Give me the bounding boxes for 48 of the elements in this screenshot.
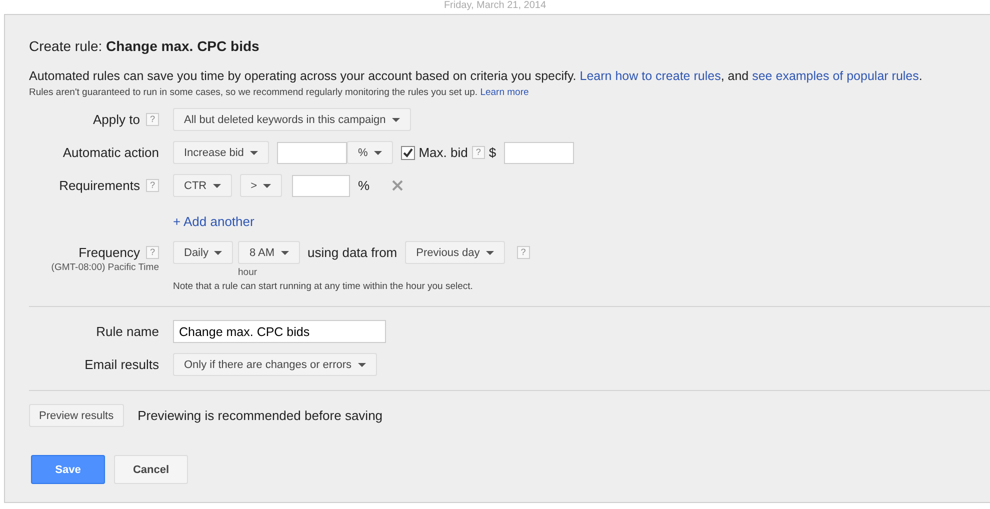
checkbox-label: Max. bid xyxy=(418,145,468,160)
unit-label: % xyxy=(358,178,370,193)
cancel-button[interactable]: Cancel xyxy=(114,455,188,484)
max-bid-field[interactable] xyxy=(504,142,574,164)
caret-icon xyxy=(250,150,258,154)
add-another-link[interactable]: + Add another xyxy=(173,214,254,229)
caret-icon xyxy=(263,184,272,188)
learn-more-link[interactable]: Learn more xyxy=(480,87,529,98)
help-link[interactable]: Learn how to create rules xyxy=(580,69,721,83)
hour-dropdown[interactable]: 8 AM xyxy=(238,241,300,264)
currency-symbol: $ xyxy=(488,145,496,160)
frequency-dropdown[interactable]: Daily xyxy=(173,241,234,264)
caret-icon xyxy=(374,150,382,154)
metric-dropdown[interactable]: CTR xyxy=(173,174,232,197)
preview-note: Previewing is recommended before saving xyxy=(138,408,383,423)
date-text: Friday, March 21, 2014 xyxy=(444,0,546,12)
caret-icon xyxy=(358,362,366,366)
description-text: Automated rules can save you time by operating across your account based on criteria you specify. Learn how to create rules, and see examples of popular rules. xyxy=(29,69,924,83)
date-range-dropdown[interactable]: Previous day xyxy=(405,241,505,264)
note-text: Rules aren't guaranteed to run in some cases, so we recommend regularly monitoring the rules you set up. Learn more xyxy=(29,87,530,98)
caret-icon xyxy=(486,250,494,254)
page-title: Create rule: Change max. CPC bids xyxy=(29,38,260,54)
operator-dropdown[interactable]: > xyxy=(240,174,282,197)
caret-icon xyxy=(392,118,400,122)
apply-to-dropdown[interactable]: All but deleted keywords in this campaign xyxy=(173,108,411,131)
unit-dropdown[interactable]: % xyxy=(346,141,393,164)
caret-icon xyxy=(280,250,289,254)
field-label: Requirements xyxy=(59,178,140,193)
help-link[interactable]: see examples of popular rules xyxy=(752,69,919,83)
caret-icon xyxy=(212,184,221,188)
preview-button[interactable]: Preview results xyxy=(29,404,124,427)
email-dropdown[interactable]: Only if there are changes or errors xyxy=(173,353,377,376)
data-label: using data from xyxy=(308,245,398,260)
checkbox[interactable] xyxy=(400,146,415,160)
amount-field[interactable] xyxy=(276,142,347,164)
hint-text: Note that a rule can start running at any time within the hour you select. xyxy=(173,281,474,292)
rule-name-field[interactable]: Change max. CPC bids xyxy=(173,320,386,343)
field-label: Rule name xyxy=(96,324,159,339)
caret-icon xyxy=(214,250,222,254)
field-label: Frequency xyxy=(78,245,140,260)
action-dropdown[interactable]: Increase bid xyxy=(173,141,269,164)
timezone-text: (GMT-08:00) Pacific Time xyxy=(51,262,159,273)
hour-caption: hour xyxy=(238,267,258,278)
field-label: Apply to xyxy=(93,112,140,127)
remove-icon[interactable] xyxy=(392,180,403,191)
field-label: Automatic action xyxy=(62,145,159,160)
value-field[interactable] xyxy=(292,174,350,196)
field-label: Email results xyxy=(84,357,159,372)
